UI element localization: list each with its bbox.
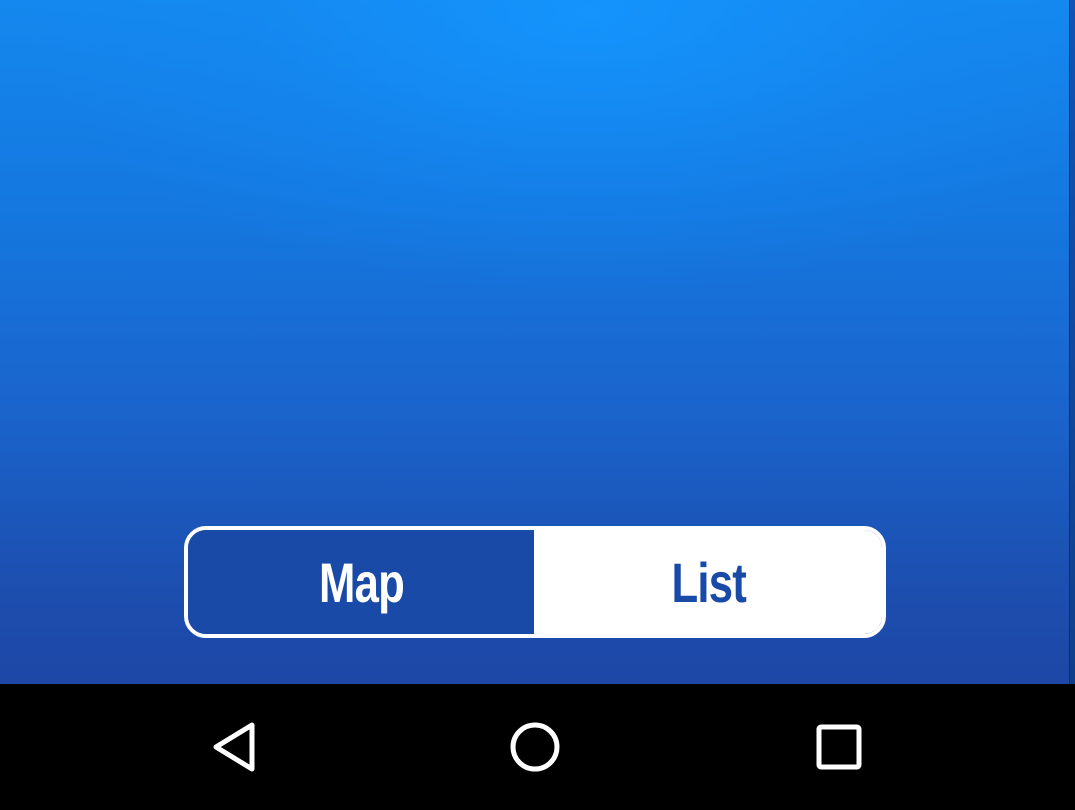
map-tab[interactable]: Map <box>188 530 536 634</box>
map-tab-label: Map <box>318 550 404 614</box>
system-navigation-bar <box>0 684 1075 810</box>
back-button[interactable] <box>174 684 294 810</box>
screen-edge <box>1069 0 1075 684</box>
home-icon <box>510 722 560 772</box>
recents-button[interactable] <box>779 684 899 810</box>
back-icon <box>213 722 255 772</box>
screen: Map List <box>0 0 1075 810</box>
list-tab-label: List <box>671 550 747 614</box>
recents-icon <box>816 724 862 770</box>
list-tab[interactable]: List <box>536 530 882 634</box>
home-button[interactable] <box>475 684 595 810</box>
view-toggle: Map List <box>184 526 886 638</box>
